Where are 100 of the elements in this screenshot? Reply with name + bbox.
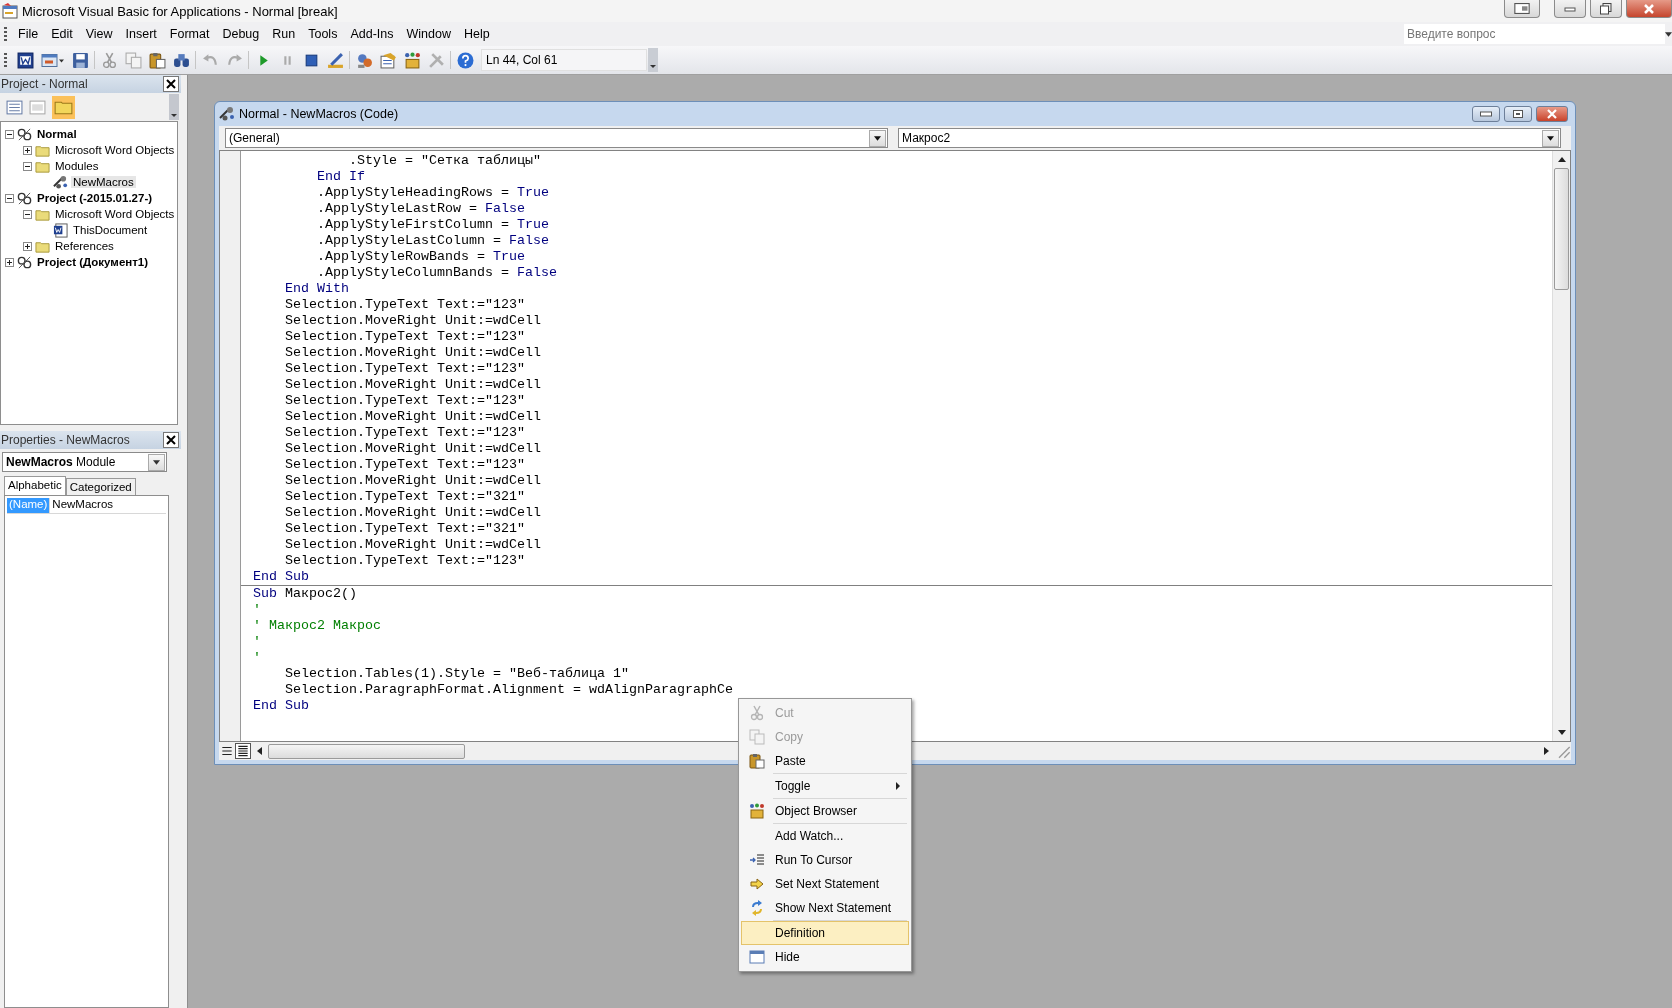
- code-line: Selection.TypeText Text:="123": [284, 425, 525, 441]
- window-title: Microsoft Visual Basic for Applications - Normal [break]: [22, 3, 338, 19]
- tree-item[interactable]: References: [53, 240, 116, 252]
- menu-item[interactable]: Help: [458, 27, 498, 41]
- word-document-icon[interactable]: [16, 51, 34, 69]
- restore-icon: [1513, 110, 1523, 118]
- procedure-dropdown[interactable]: Макрос2: [898, 128, 1561, 148]
- code-line: Selection.TypeText Text:="123": [284, 393, 525, 409]
- code-line: Selection.TypeText Text:="123": [284, 361, 525, 377]
- toggle-folders-icon[interactable]: [52, 95, 75, 119]
- scissors-icon: [749, 705, 765, 721]
- menu-item[interactable]: Add Watch...: [741, 824, 909, 848]
- tree-item[interactable]: Microsoft Word Objects: [53, 208, 177, 220]
- copy-icon: [749, 729, 765, 745]
- minimize-button[interactable]: [1472, 106, 1500, 122]
- tab[interactable]: Alphabetic: [4, 476, 66, 495]
- menu-item[interactable]: Edit: [46, 27, 81, 41]
- object-browser-icon: [749, 803, 765, 819]
- window-title: Normal - NewMacros (Code): [239, 107, 399, 121]
- paste-icon[interactable]: [148, 51, 166, 69]
- tree-item[interactable]: Project (-2015.01.27-): [35, 192, 155, 204]
- properties-icon[interactable]: [379, 51, 397, 69]
- menu-item[interactable]: Window: [401, 27, 459, 41]
- restore-document-button[interactable]: [1504, 0, 1540, 18]
- restore-icon: [1514, 3, 1530, 14]
- scroll-left-icon[interactable]: [257, 747, 262, 755]
- menu-item[interactable]: File: [13, 27, 47, 41]
- menu-item[interactable]: View: [80, 27, 121, 41]
- scroll-down-icon[interactable]: [1557, 730, 1566, 735]
- menu-item[interactable]: Tools: [303, 27, 346, 41]
- property-value[interactable]: NewMacros: [50, 498, 114, 513]
- help-search-field[interactable]: Введите вопрос: [1404, 24, 1665, 44]
- cut-icon[interactable]: [100, 51, 118, 69]
- view-code-icon[interactable]: [6, 98, 23, 116]
- close-icon[interactable]: [163, 76, 179, 92]
- tree-item[interactable]: Microsoft Word Objects: [53, 144, 177, 156]
- expand-icon[interactable]: [5, 257, 14, 267]
- expand-icon[interactable]: [23, 241, 32, 251]
- expand-icon[interactable]: [23, 145, 32, 155]
- maximize-button[interactable]: [1590, 0, 1622, 18]
- menu-item[interactable]: Toggle: [741, 774, 909, 798]
- menu-item[interactable]: Set Next Statement: [741, 872, 909, 896]
- object-dropdown[interactable]: (General): [225, 128, 888, 148]
- collapse-icon[interactable]: [5, 193, 14, 203]
- scroll-right-icon[interactable]: [1544, 747, 1549, 755]
- dropdown-arrow-icon[interactable]: [1665, 31, 1672, 37]
- dropdown-arrow-icon: [874, 135, 881, 141]
- menu-item[interactable]: Format: [164, 27, 218, 41]
- code-line: ': [252, 634, 261, 650]
- menu-item[interactable]: Definition: [741, 921, 909, 945]
- arrow-lines-icon: [749, 852, 765, 868]
- close-button[interactable]: [1536, 106, 1568, 122]
- scrollbar-thumb[interactable]: [1554, 168, 1569, 290]
- vertical-scrollbar[interactable]: [1552, 151, 1570, 741]
- scroll-up-icon[interactable]: [1557, 157, 1566, 162]
- save-icon[interactable]: [71, 51, 89, 69]
- full-module-view-icon[interactable]: [235, 743, 251, 759]
- code-line: .ApplyStyleHeadingRows = True: [316, 185, 549, 201]
- menu-item[interactable]: Hide: [741, 945, 909, 969]
- help-icon[interactable]: [456, 51, 474, 69]
- code-line: Selection.MoveRight Unit:=wdCell: [284, 345, 541, 361]
- code-line: ': [252, 602, 261, 618]
- arrow-icon: [749, 876, 765, 892]
- code-line: Selection.TypeText Text:="123": [284, 553, 525, 569]
- menu-item[interactable]: Run: [267, 27, 304, 41]
- object-dropdown[interactable]: NewMacros Module: [2, 452, 167, 472]
- tab[interactable]: Categorized: [65, 478, 136, 495]
- collapse-icon[interactable]: [23, 161, 32, 171]
- menu-item[interactable]: Add-Ins: [345, 27, 402, 41]
- code-line: Selection.TypeText Text:="321": [284, 521, 525, 537]
- tree-item[interactable]: ThisDocument: [71, 224, 150, 236]
- collapse-icon[interactable]: [23, 209, 32, 219]
- toolbar-options-icon[interactable]: [648, 48, 658, 72]
- tree-item[interactable]: Modules: [53, 160, 101, 172]
- collapse-icon[interactable]: [5, 129, 14, 139]
- menu-item[interactable]: Insert: [120, 27, 165, 41]
- code-line: Selection.MoveRight Unit:=wdCell: [284, 409, 541, 425]
- close-icon[interactable]: [163, 432, 179, 448]
- close-button[interactable]: [1626, 0, 1672, 18]
- pane-title: Project - Normal: [1, 77, 88, 91]
- code-line: Selection.MoveRight Unit:=wdCell: [284, 441, 541, 457]
- module-icon: [219, 106, 235, 122]
- restore-button[interactable]: [1504, 106, 1532, 122]
- tree-item[interactable]: Normal: [35, 128, 79, 140]
- tree-item[interactable]: Project (Документ1): [35, 256, 151, 268]
- menu-item[interactable]: Paste: [741, 749, 909, 773]
- menu-item[interactable]: Debug: [217, 27, 268, 41]
- userform-icon[interactable]: [40, 51, 65, 69]
- scrollbar-thumb[interactable]: [268, 743, 465, 759]
- code-line: Sub Макрос2(): [252, 586, 357, 602]
- maximize-icon: [1600, 2, 1612, 15]
- menu-item[interactable]: Object Browser: [741, 799, 909, 823]
- menu-item[interactable]: Run To Cursor: [741, 848, 909, 872]
- code-line: Selection.MoveRight Unit:=wdCell: [284, 473, 541, 489]
- ruler-pencil-icon[interactable]: [326, 51, 344, 69]
- menu-item[interactable]: Show Next Statement: [741, 896, 909, 920]
- dropdown-arrow-icon: [153, 459, 160, 465]
- binoculars-icon[interactable]: [172, 51, 190, 69]
- object-browser-icon[interactable]: [403, 51, 421, 69]
- tree-item[interactable]: NewMacros: [71, 176, 136, 188]
